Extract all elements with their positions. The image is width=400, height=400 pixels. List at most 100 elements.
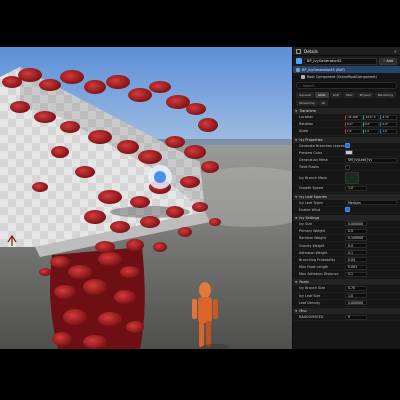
scale-y[interactable]: 1.0	[362, 128, 380, 134]
prop-leaf-density: Leaf Density 0.000000	[293, 300, 400, 307]
rotation-y[interactable]: 0.0°	[362, 121, 380, 127]
tab-general[interactable]: General	[296, 92, 314, 98]
prop-enable-wind: Enable Wind	[293, 207, 400, 214]
details-tab-icon	[296, 48, 301, 54]
enable-wind-checkbox[interactable]	[345, 207, 350, 213]
ivy-leaf-size-field[interactable]: 1.0	[345, 293, 367, 299]
chevron-down-icon: ▼	[295, 137, 298, 142]
tab-physics[interactable]: Physics	[356, 92, 374, 98]
branching-probability-field[interactable]: 0.05	[345, 257, 367, 263]
generate-branches-checkbox[interactable]	[345, 143, 350, 149]
ivy-size-field[interactable]: 0.000000	[345, 221, 367, 227]
component-sub[interactable]: Root Component (SceneRootComponent)	[293, 73, 400, 80]
mesh-thumbnail[interactable]	[345, 171, 359, 184]
prop-label: Gravity Weight	[299, 243, 325, 248]
chevron-down-icon: ▼	[295, 280, 298, 285]
rotation-x[interactable]: 0.0°	[345, 121, 362, 127]
color-swatch[interactable]	[345, 150, 353, 156]
prop-generate-branches: Generate Branches Leaves Mesh	[293, 143, 400, 150]
prop-branching-probability: Branching Probability 0.05	[293, 257, 400, 264]
actor-name-field[interactable]: BP_IvyGenerator45	[304, 57, 377, 65]
gravity-weight-field[interactable]: 0.0	[345, 243, 367, 249]
details-panel: Details × BP_IvyGenerator45 + Add BP_Ivy…	[292, 47, 400, 349]
prop-rotation-label: Rotation	[299, 122, 314, 127]
chevron-down-icon: ▼	[295, 194, 298, 199]
prop-label: Branching Probability	[299, 257, 336, 262]
growth-speed-field[interactable]: 1.0	[345, 185, 367, 191]
prop-growth-speed: Growth Speed 1.0	[293, 185, 400, 193]
scale-fields: 1.0 1.0 1.0	[345, 128, 398, 134]
rotation-fields: 0.0° 0.0° 0.0°	[345, 121, 398, 127]
prop-label: Generate Branches Leaves Mesh	[299, 143, 345, 148]
random-seed-field[interactable]: 0	[345, 314, 367, 320]
prop-label: Primary Weight	[299, 229, 325, 234]
prop-ivy-branch-size: Ivy Branch Size 0.70	[293, 285, 400, 293]
adhesion-weight-field[interactable]: 0.1	[345, 250, 367, 256]
actor-icon	[296, 67, 300, 72]
ivy-branch-size-field[interactable]: 0.70	[345, 285, 367, 291]
chevron-down-icon: ▼	[295, 109, 298, 113]
prop-label: Leaf Density	[299, 300, 321, 305]
chevron-down-icon: ▼	[295, 308, 298, 313]
prop-random-weight: Random Weight 0.100000	[293, 235, 400, 243]
component-root[interactable]: BP_IvyGenerator45 (Self)	[293, 66, 400, 73]
prop-label: Max Float Length	[299, 265, 329, 270]
treat-flasks-checkbox[interactable]	[345, 164, 350, 170]
prop-label: Ivy Branch Size	[299, 286, 326, 291]
prop-label: Ivy Leaf Types	[299, 200, 323, 205]
prop-label: Max Adhesion Distance	[299, 272, 339, 277]
prop-gravity-weight: Gravity Weight 0.0	[293, 242, 400, 250]
prop-label: Ivy Leaf Size	[299, 293, 321, 298]
prop-ivy-branch-mesh: Ivy Branch Mesh	[293, 171, 400, 186]
category-tabs-row2: Streaming All	[293, 99, 400, 107]
prop-scale: Scale 1.0 1.0 1.0	[293, 128, 400, 136]
tab-streaming[interactable]: Streaming	[296, 100, 318, 106]
prop-max-adhesion-distance: Max Adhesion Distance 0.1	[293, 271, 400, 279]
prop-label: Preview Color	[299, 150, 323, 155]
prop-random-seed: RANDOMSEED 0	[293, 314, 400, 322]
tab-actor[interactable]: Actor	[314, 92, 329, 98]
tab-all[interactable]: All	[318, 100, 329, 106]
max-float-length-field[interactable]: 0.001	[345, 264, 367, 270]
leaf-density-field[interactable]: 0.000000	[345, 300, 367, 306]
location-x[interactable]: -32.108	[345, 114, 362, 120]
tab-lod[interactable]: LOD	[329, 92, 342, 98]
component-sub-label: Root Component (SceneRootComponent)	[307, 74, 377, 79]
viewport[interactable]	[0, 47, 292, 349]
location-y[interactable]: -1017.3	[362, 114, 380, 120]
actor-row: BP_IvyGenerator45 + Add	[293, 56, 400, 66]
scale-z[interactable]: 1.0	[380, 128, 398, 134]
prop-label: Ivy Branch Mesh	[299, 175, 328, 180]
tab-rendering[interactable]: Rendering	[374, 92, 397, 98]
search-icon: ⌕	[299, 83, 301, 88]
chevron-down-icon: ▼	[295, 215, 298, 220]
tab-misc[interactable]: Misc	[342, 92, 356, 98]
prop-max-float-length: Max Float Length 0.001	[293, 264, 400, 272]
section-ivy-properties-label: Ivy Properties	[299, 137, 323, 142]
max-adhesion-distance-field[interactable]: 0.1	[345, 271, 367, 277]
section-misc-label: Misc	[299, 308, 307, 313]
details-titlebar: Details ×	[293, 47, 400, 56]
scale-x[interactable]: 1.0	[345, 128, 362, 134]
leaf-types-dropdown[interactable]: Medium	[345, 200, 397, 206]
prop-label: Treat Flasks	[299, 165, 319, 170]
random-weight-field[interactable]: 0.100000	[345, 235, 367, 241]
prop-primary-weight: Primary Weight 0.5	[293, 228, 400, 236]
location-z[interactable]: 4.70	[380, 114, 398, 120]
add-component-button[interactable]: + Add	[378, 57, 397, 65]
scene-component-icon	[301, 74, 305, 79]
add-component-label: Add	[386, 59, 393, 63]
section-ivy-species-label: Ivy Leaf Species	[299, 194, 327, 199]
details-tab-label[interactable]: Details	[304, 49, 318, 54]
section-ivy-settings-label: Ivy Settings	[299, 215, 320, 220]
category-tabs: General Actor LOD Misc Physics Rendering	[293, 91, 400, 99]
primary-weight-field[interactable]: 0.5	[345, 228, 367, 234]
generation-mesh-field[interactable]: SM_IvyLeaf_Ivy	[345, 157, 397, 163]
close-icon[interactable]: ×	[394, 49, 397, 54]
prop-label: Generation Mesh	[299, 158, 328, 163]
rotation-z[interactable]: 0.0°	[380, 121, 398, 127]
letterbox-top	[0, 0, 400, 47]
prop-label: Random Weight	[299, 236, 326, 241]
prop-label: Growth Speed	[299, 186, 323, 191]
search-input[interactable]: ⌕ Search	[296, 82, 397, 89]
